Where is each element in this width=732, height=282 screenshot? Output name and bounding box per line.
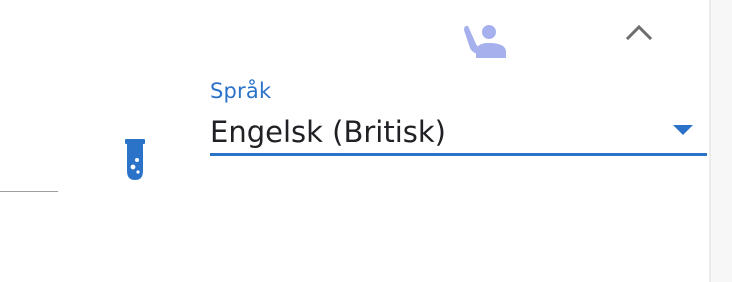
- language-select-label: Språk: [210, 79, 272, 103]
- divider: [0, 191, 58, 192]
- language-select[interactable]: Språk Engelsk (Britisk): [210, 76, 707, 158]
- person-raised-hand-icon: [464, 25, 506, 58]
- language-select-value[interactable]: Engelsk (Britisk): [210, 114, 446, 150]
- test-tube-icon: [125, 139, 145, 180]
- chevron-up-icon[interactable]: [625, 20, 653, 44]
- select-underline: [210, 153, 707, 156]
- dropdown-arrow-icon[interactable]: [672, 124, 694, 136]
- settings-panel: Språk Engelsk (Britisk): [0, 0, 732, 282]
- scrollbar-track[interactable]: [709, 0, 732, 282]
